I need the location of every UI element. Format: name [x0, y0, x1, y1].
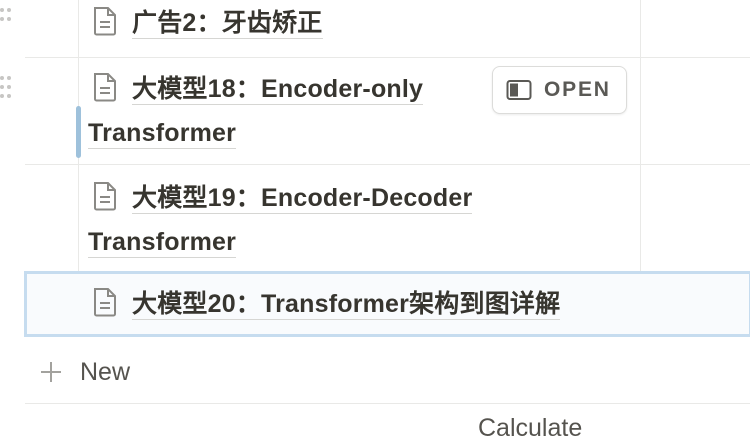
open-panel-icon: [506, 80, 532, 100]
page-icon: [94, 288, 116, 317]
open-button-label: OPEN: [544, 78, 611, 101]
row-divider: [25, 403, 750, 404]
table-row[interactable]: 大模型20：Transformer架构到图详解: [25, 271, 750, 337]
row-title-text[interactable]: 大模型20：Transformer架构到图详解: [132, 290, 561, 320]
column-resize-handle[interactable]: [76, 106, 81, 158]
new-row-button[interactable]: New: [40, 354, 130, 390]
row-title[interactable]: 广告2：牙齿矫正: [80, 1, 640, 45]
row-title[interactable]: 大模型19：Encoder-Decoder: [90, 176, 650, 220]
page-icon: [94, 7, 116, 36]
page-icon: [94, 73, 116, 102]
plus-icon: [41, 362, 61, 382]
calculate-button[interactable]: Calculate: [478, 414, 582, 443]
row-title-text[interactable]: 大模型18：Encoder-only: [132, 75, 424, 105]
open-button[interactable]: OPEN: [492, 66, 627, 114]
page-icon: [94, 182, 116, 211]
drag-handle-icon[interactable]: [0, 6, 14, 34]
row-title-text-continued[interactable]: Transformer: [88, 119, 237, 149]
table-row[interactable]: 大模型19：Encoder-Decoder Transformer: [25, 164, 750, 271]
row-title-text[interactable]: 大模型19：Encoder-Decoder: [132, 184, 473, 214]
row-title[interactable]: 大模型20：Transformer架构到图详解: [80, 282, 640, 326]
table-row[interactable]: 广告2：牙齿矫正: [25, 0, 750, 57]
new-row-label: New: [80, 357, 131, 386]
table-row[interactable]: 大模型18：Encoder-only Transformer: [25, 57, 750, 164]
drag-handle-icon[interactable]: [0, 74, 14, 102]
row-title-text-continued[interactable]: Transformer: [88, 228, 237, 258]
row-title-text[interactable]: 广告2：牙齿矫正: [132, 9, 323, 39]
